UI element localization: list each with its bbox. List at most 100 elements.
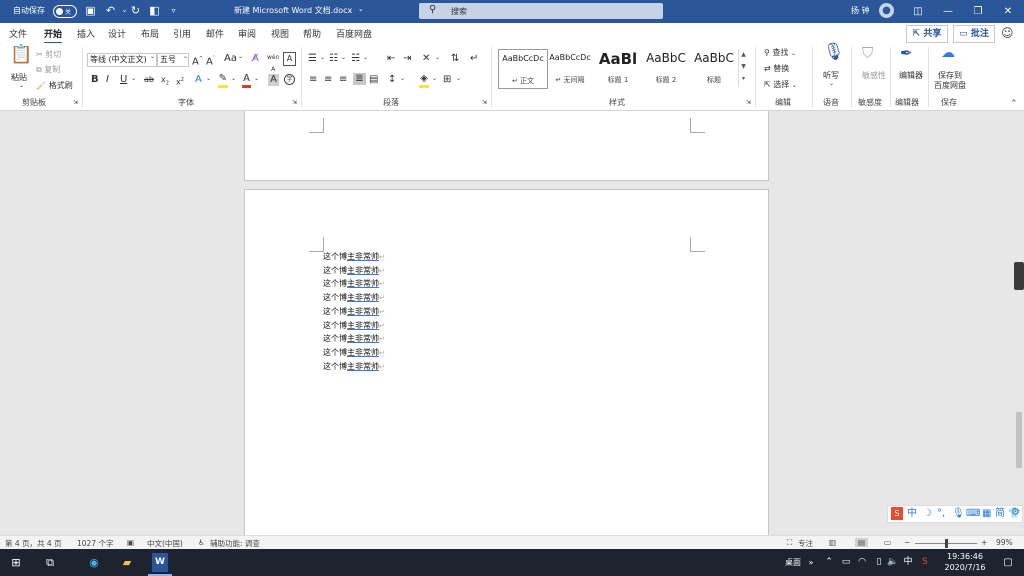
shrink-font-icon[interactable]: Aˇ xyxy=(206,53,215,68)
chinese-layout-icon[interactable]: ✕ xyxy=(422,53,430,65)
change-case-icon[interactable]: Aa xyxy=(224,53,237,65)
shading-icon[interactable]: ◈ xyxy=(419,73,429,88)
distributed-icon[interactable]: ▤ xyxy=(369,74,378,86)
keyboard-icon[interactable]: ⌨ xyxy=(966,507,980,520)
tab-references[interactable]: 引用 xyxy=(173,27,191,40)
punctuation-icon[interactable]: °, xyxy=(937,507,945,520)
text-effects-icon[interactable]: A xyxy=(195,74,202,86)
format-painter-button[interactable]: 🖌 格式刷 xyxy=(36,80,73,91)
paragraph-launcher-icon[interactable]: ⇲ xyxy=(482,99,487,106)
zoom-slider-thumb[interactable] xyxy=(945,539,948,548)
numbering-icon[interactable]: ☷ xyxy=(329,53,338,65)
zoom-in-icon[interactable]: + xyxy=(981,538,987,547)
previous-page[interactable] xyxy=(244,111,769,181)
styles-more-icon[interactable]: ▾ xyxy=(739,73,748,85)
ime-settings-icon[interactable]: ⚙ xyxy=(1011,507,1020,518)
multilevel-chevron-icon[interactable]: ⌄ xyxy=(363,54,368,61)
style-normal[interactable]: AaBbCcDc ↵ 正文 xyxy=(498,49,548,89)
text-effects-chevron-icon[interactable]: ⌄ xyxy=(206,75,211,82)
chinese-layout-chevron-icon[interactable]: ⌄ xyxy=(435,54,440,61)
bullets-icon[interactable]: ☰ xyxy=(308,53,317,65)
voice-input-icon[interactable]: 🎙 xyxy=(952,507,965,520)
share-button[interactable]: ⇱ 共享 xyxy=(906,25,948,43)
styles-launcher-icon[interactable]: ⇲ xyxy=(746,99,751,106)
read-mode-icon[interactable]: ▥ xyxy=(829,538,836,547)
superscript-icon[interactable]: x2 xyxy=(176,74,184,89)
paragraph-line[interactable]: 这个博主非常帅↵ xyxy=(323,305,385,318)
find-button[interactable]: ⚲ 查找 ⌄ xyxy=(764,47,796,58)
bold-icon[interactable]: B xyxy=(91,74,99,86)
align-center-icon[interactable]: ≡ xyxy=(324,74,332,86)
desktop-label[interactable]: 桌面 xyxy=(779,553,807,572)
ribbon-display-icon[interactable]: ◫ xyxy=(903,0,933,23)
baidu-cloud-icon[interactable]: ☁ xyxy=(941,46,955,60)
zoom-out-icon[interactable]: − xyxy=(904,538,910,547)
paragraph-line[interactable]: 这个博主非常帅↵ xyxy=(323,360,385,373)
grow-font-icon[interactable]: A^ xyxy=(192,53,203,68)
web-layout-icon[interactable]: ▭ xyxy=(884,538,891,547)
language[interactable]: 中文(中国) xyxy=(147,538,183,549)
enclose-characters-icon[interactable]: 字 xyxy=(284,74,295,85)
ime-mode-icon[interactable]: 中 xyxy=(907,507,917,520)
undo-icon[interactable]: ↶ xyxy=(104,4,117,17)
highlight-chevron-icon[interactable]: ⌄ xyxy=(231,75,236,82)
phonetic-guide-icon[interactable]: wén A xyxy=(267,52,279,76)
volume-icon[interactable]: 🔈 xyxy=(886,553,900,572)
subscript-icon[interactable]: x2 xyxy=(161,74,169,90)
ime-indicator[interactable]: 中 xyxy=(901,553,915,572)
line-spacing-icon[interactable]: ↕ xyxy=(388,74,396,86)
tab-layout[interactable]: 布局 xyxy=(141,27,159,40)
tab-design[interactable]: 设计 xyxy=(108,27,126,40)
highlight-icon[interactable]: ✎ xyxy=(218,73,228,88)
style-no-spacing[interactable]: AaBbCcDc ↵ 无间隔 xyxy=(546,49,594,87)
customize-qat-icon[interactable]: ▿ xyxy=(167,4,180,17)
moon-icon[interactable]: ☽ xyxy=(923,507,932,520)
side-panel-handle[interactable] xyxy=(1014,262,1024,290)
paragraph-line[interactable]: 这个博主非常帅↵ xyxy=(323,264,385,277)
increase-indent-icon[interactable]: ⇥ xyxy=(403,53,411,65)
word-app-icon[interactable]: W xyxy=(152,553,168,572)
shading-chevron-icon[interactable]: ⌄ xyxy=(432,75,437,82)
notification-center-icon[interactable]: ▢ xyxy=(996,553,1020,572)
tab-mailings[interactable]: 邮件 xyxy=(206,27,224,40)
editor-button[interactable]: 编辑器 xyxy=(899,70,923,81)
minimize-icon[interactable]: — xyxy=(933,0,963,23)
comments-button[interactable]: ▭ 批注 xyxy=(953,25,995,43)
align-right-icon[interactable]: ≡ xyxy=(339,74,347,86)
dictate-chevron-icon[interactable]: ⌄ xyxy=(829,80,834,87)
font-launcher-icon[interactable]: ⇲ xyxy=(292,99,297,106)
autosave-toggle[interactable]: 关 xyxy=(53,5,77,18)
feedback-smiley-icon[interactable]: ☺ xyxy=(1001,26,1014,40)
touch-mode-icon[interactable]: ◧ xyxy=(148,4,161,17)
toolbox-icon[interactable]: ▦ xyxy=(982,507,991,520)
restore-icon[interactable]: ❐ xyxy=(963,0,993,23)
font-color-icon[interactable]: A xyxy=(242,73,251,88)
select-button[interactable]: ⇱ 选择 ⌄ xyxy=(764,79,797,90)
document-area[interactable]: 这个博主非常帅↵ 这个博主非常帅↵ 这个博主非常帅↵ 这个博主非常帅↵ 这个博主非常帅↵… xyxy=(0,111,1024,535)
tab-insert[interactable]: 插入 xyxy=(77,27,95,40)
tab-view[interactable]: 视图 xyxy=(271,27,289,40)
save-icon[interactable]: ▣ xyxy=(84,4,97,17)
collapse-ribbon-icon[interactable]: ⌃ xyxy=(1010,99,1018,109)
microphone-icon[interactable]: 🎙 xyxy=(823,44,845,61)
style-heading-2[interactable]: AaBbC 标题 2 xyxy=(642,49,690,87)
tray-overflow-icon[interactable]: ⌃ xyxy=(822,553,836,572)
line-spacing-chevron-icon[interactable]: ⌄ xyxy=(400,75,405,82)
style-heading-1[interactable]: AaBl 标题 1 xyxy=(594,49,642,87)
accessibility-status[interactable]: 辅助功能: 调查 xyxy=(210,538,260,549)
sensitivity-button[interactable]: 敏感性 xyxy=(862,70,886,81)
clock[interactable]: 19:36:46 2020/7/16 xyxy=(938,551,992,573)
paragraph-line[interactable]: 这个博主非常帅↵ xyxy=(323,332,385,345)
font-name-dropdown[interactable]: 等线 (中文正文) xyxy=(87,53,157,67)
tab-file[interactable]: 文件 xyxy=(9,27,27,40)
page-count[interactable]: 第 4 页，共 4 页 xyxy=(5,538,62,549)
character-shading-icon[interactable]: A xyxy=(268,74,279,86)
clear-formatting-icon[interactable]: A̸ xyxy=(252,53,259,65)
wifi-icon[interactable]: ◠ xyxy=(855,553,869,572)
borders-icon[interactable]: ⊞ xyxy=(443,74,451,86)
font-size-chevron-icon[interactable]: ⌄ xyxy=(183,53,188,60)
strikethrough-icon[interactable]: ab xyxy=(144,74,154,86)
title-dropdown-icon[interactable]: ⌄ xyxy=(358,5,364,13)
style-title[interactable]: AaBbC 标题 xyxy=(690,49,738,87)
redo-icon[interactable]: ↻ xyxy=(129,4,142,17)
